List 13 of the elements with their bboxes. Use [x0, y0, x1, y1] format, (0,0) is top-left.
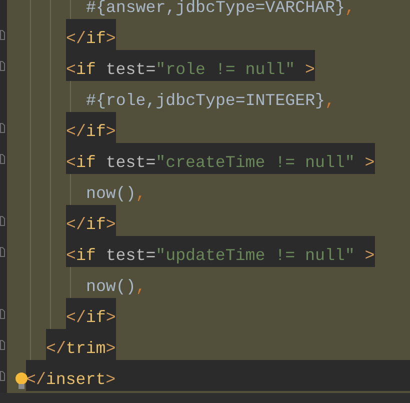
lightbulb-icon[interactable] — [15, 372, 28, 390]
fold-icon[interactable] — [0, 246, 5, 256]
fold-icon[interactable] — [0, 308, 5, 318]
fold-icon[interactable] — [0, 340, 5, 350]
code-line: #{role,jdbcType=INTEGER}, — [86, 90, 335, 112]
fold-icon[interactable] — [0, 30, 5, 40]
fold-icon[interactable] — [0, 122, 5, 132]
fold-icon[interactable] — [0, 216, 5, 226]
code-line: now(), — [86, 276, 146, 298]
fold-icon[interactable] — [0, 60, 5, 70]
fold-icon[interactable] — [0, 370, 5, 380]
fold-icon[interactable] — [0, 154, 5, 164]
code-line: now(), — [86, 182, 146, 204]
